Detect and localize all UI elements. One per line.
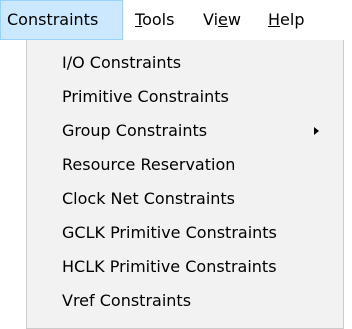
menu-item-resource-reservation[interactable]: Resource Reservation — [27, 148, 343, 182]
menu-view-label-end: w — [227, 10, 241, 29]
menu-item-label: Group Constraints — [62, 121, 208, 140]
menu-item-io-constraints[interactable]: I/O Constraints — [27, 46, 343, 80]
menu-constraints-label: Constraints — [7, 10, 99, 29]
menu-item-label: GCLK Primitive Constraints — [62, 223, 277, 242]
menu-view-mnemonic: e — [218, 10, 228, 29]
menu-tools-label: ools — [142, 10, 175, 29]
menu-item-primitive-constraints[interactable]: Primitive Constraints — [27, 80, 343, 114]
menu-item-label: I/O Constraints — [62, 53, 182, 72]
constraints-dropdown-menu: I/O Constraints Primitive Constraints Gr… — [26, 40, 344, 329]
menu-view-label-start: Vi — [203, 10, 219, 29]
menu-item-label: Primitive Constraints — [62, 87, 229, 106]
menu-item-label: HCLK Primitive Constraints — [62, 257, 277, 276]
menu-tools[interactable]: Tools — [135, 0, 174, 40]
menu-item-vref-constraints[interactable]: Vref Constraints — [27, 284, 343, 318]
menu-item-hclk-primitive-constraints[interactable]: HCLK Primitive Constraints — [27, 250, 343, 284]
menu-tools-mnemonic: T — [135, 10, 143, 29]
menu-constraints[interactable]: Constraints — [0, 0, 123, 40]
menu-item-gclk-primitive-constraints[interactable]: GCLK Primitive Constraints — [27, 216, 343, 250]
menu-item-label: Clock Net Constraints — [62, 189, 236, 208]
chevron-right-icon — [314, 127, 319, 135]
menu-item-label: Resource Reservation — [62, 155, 236, 174]
menu-help[interactable]: Help — [268, 0, 304, 40]
menu-item-group-constraints[interactable]: Group Constraints — [27, 114, 343, 148]
menu-help-mnemonic: H — [268, 10, 281, 29]
menu-help-label: elp — [280, 10, 305, 29]
menu-bar: Constraints Tools View Help — [0, 0, 352, 40]
menu-item-clock-net-constraints[interactable]: Clock Net Constraints — [27, 182, 343, 216]
menu-view[interactable]: View — [203, 0, 241, 40]
app-window: Constraints Tools View Help I/O Constrai… — [0, 0, 352, 329]
menu-item-label: Vref Constraints — [62, 291, 192, 310]
